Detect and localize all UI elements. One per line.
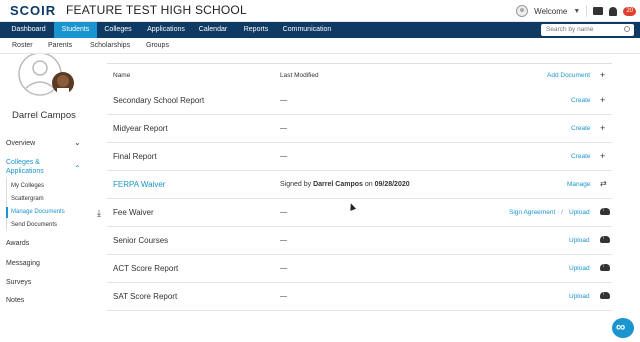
last-modified: —: [280, 125, 287, 132]
school-name: FEATURE TEST HIGH SCHOOL: [66, 3, 247, 17]
sub-nav: Roster Parents Scholarships Groups: [0, 38, 640, 54]
divider: [586, 5, 588, 17]
document-name: ACT Score Report: [113, 264, 179, 273]
search-input[interactable]: [541, 24, 634, 36]
sidebar-item-awards[interactable]: Awards: [6, 240, 29, 247]
column-name: Name: [113, 72, 131, 79]
sidebar-item-my-colleges[interactable]: My Colleges: [11, 183, 44, 189]
last-modified: —: [280, 237, 287, 244]
document-name: Fee Waiver: [113, 208, 154, 217]
welcome-menu[interactable]: Welcome: [534, 7, 567, 16]
table-header: Name Last Modified Add Document +: [107, 69, 612, 83]
table-row: ACT Score Report — Upload: [107, 255, 612, 283]
download-icon[interactable]: ⤓: [97, 208, 107, 218]
last-modified: —: [280, 265, 287, 272]
tab-dashboard[interactable]: Dashboard: [4, 22, 53, 38]
table-row: Final Report — Create +: [107, 143, 612, 171]
document-name: Secondary School Report: [113, 96, 205, 105]
student-sidebar: Darrel Campos Overview ⌄ Colleges & Appl…: [0, 54, 95, 342]
search-icon[interactable]: [624, 26, 630, 32]
table-row: Fee Waiver — Sign Agreement / Upload: [107, 199, 612, 227]
sidebar-item-notes[interactable]: Notes: [6, 297, 24, 304]
last-modified: —: [280, 153, 287, 160]
create-button[interactable]: Create: [571, 125, 591, 132]
top-header: SCOIR FEATURE TEST HIGH SCHOOL Welcome ▼…: [0, 0, 640, 22]
swap-icon[interactable]: ⇄: [600, 179, 607, 188]
last-modified: Signed by Darrel Campos on 09/28/2020: [280, 181, 410, 188]
help-chat-icon[interactable]: [612, 318, 634, 338]
document-name-link[interactable]: FERPA Waiver: [113, 180, 165, 189]
subnav-scholarships[interactable]: Scholarships: [90, 38, 130, 54]
signer-name: Darrel Campos: [313, 181, 363, 188]
tab-calendar[interactable]: Calendar: [193, 22, 233, 38]
subnav-roster[interactable]: Roster: [12, 38, 33, 54]
tab-communication[interactable]: Communication: [279, 22, 335, 38]
student-avatar: [18, 54, 74, 96]
upload-button[interactable]: Upload: [569, 293, 590, 300]
user-area: Welcome ▼ 20: [516, 3, 636, 19]
sidebar-item-manage-documents[interactable]: Manage Documents: [11, 209, 65, 215]
create-button[interactable]: Create: [571, 97, 591, 104]
chevron-down-icon[interactable]: ⌄: [74, 138, 81, 147]
table-row: Secondary School Report — Create +: [107, 87, 612, 115]
chevron-up-icon[interactable]: ⌃: [74, 164, 81, 173]
table-row: SAT Score Report — Upload: [107, 283, 612, 311]
sign-agreement-button[interactable]: Sign Agreement: [509, 209, 555, 216]
sidebar-item-scattergram[interactable]: Scattergram: [11, 196, 44, 202]
tab-reports[interactable]: Reports: [236, 22, 276, 38]
student-name: Darrel Campos: [12, 110, 76, 121]
chat-icon[interactable]: [593, 7, 604, 15]
sidebar-item-overview[interactable]: Overview: [6, 140, 35, 147]
manage-button[interactable]: Manage: [567, 181, 591, 188]
sidebar-item-colleges-applications[interactable]: Colleges & Applications: [6, 158, 54, 176]
table-row: Senior Courses — Upload: [107, 227, 612, 255]
plus-icon[interactable]: +: [600, 151, 605, 161]
active-indicator: [6, 207, 8, 218]
cloud-upload-icon[interactable]: [600, 206, 610, 215]
plus-icon[interactable]: +: [600, 123, 605, 133]
last-modified: —: [280, 293, 287, 300]
user-avatar-icon[interactable]: [516, 5, 529, 17]
subnav-groups[interactable]: Groups: [146, 38, 169, 54]
cloud-upload-icon[interactable]: [600, 290, 610, 299]
last-modified: —: [280, 97, 287, 104]
table-row: Midyear Report — Create +: [107, 115, 612, 143]
bell-icon[interactable]: [609, 6, 618, 16]
upload-button[interactable]: Upload: [569, 209, 590, 216]
subnav-parents[interactable]: Parents: [48, 38, 72, 54]
document-name: Midyear Report: [113, 124, 168, 133]
sidebar-item-send-documents[interactable]: Send Documents: [11, 222, 57, 228]
sidebar-item-messaging[interactable]: Messaging: [6, 260, 40, 267]
create-button[interactable]: Create: [571, 153, 591, 160]
plus-icon[interactable]: +: [600, 70, 605, 80]
document-name: Senior Courses: [113, 236, 169, 245]
document-name: Final Report: [113, 152, 157, 161]
plus-icon[interactable]: +: [600, 95, 605, 105]
tab-colleges[interactable]: Colleges: [98, 22, 138, 38]
chevron-down-icon[interactable]: ▼: [573, 8, 580, 15]
column-last-modified: Last Modified: [280, 72, 319, 79]
action-separator: /: [561, 209, 563, 216]
signed-by-label: Signed by: [280, 181, 312, 188]
upload-button[interactable]: Upload: [569, 237, 590, 244]
divider: [107, 63, 612, 64]
cloud-upload-icon[interactable]: [600, 262, 610, 271]
main-nav: Dashboard Students Colleges Applications…: [0, 22, 640, 38]
cloud-upload-icon[interactable]: [600, 234, 610, 243]
notification-badge[interactable]: 20: [623, 6, 636, 16]
sidebar-item-surveys[interactable]: Surveys: [6, 279, 31, 286]
tab-students[interactable]: Students: [54, 22, 97, 38]
add-document-button[interactable]: Add Document: [547, 72, 590, 79]
upload-button[interactable]: Upload: [569, 265, 590, 272]
scoir-logo[interactable]: SCOIR: [10, 3, 56, 18]
last-modified: —: [280, 209, 287, 216]
sub-rail: [6, 178, 7, 230]
table-row: FERPA Waiver Signed by Darrel Campos on …: [107, 171, 612, 199]
on-label: on: [364, 181, 373, 188]
signed-date: 09/28/2020: [374, 181, 410, 188]
document-name: SAT Score Report: [113, 292, 178, 301]
tab-applications[interactable]: Applications: [141, 22, 191, 38]
